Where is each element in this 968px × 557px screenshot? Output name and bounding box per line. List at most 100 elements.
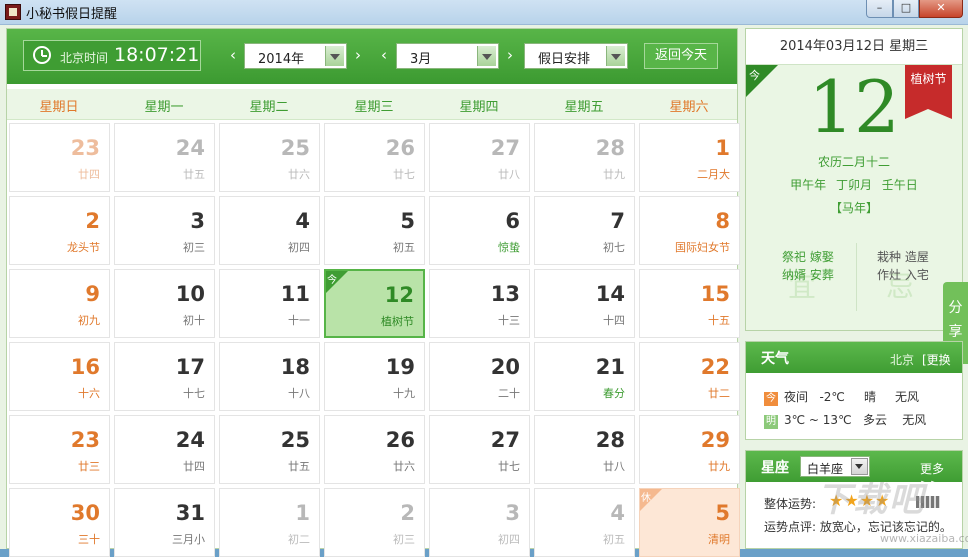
calendar-day-cell[interactable]: 27 廿七: [429, 415, 530, 484]
calendar-day-cell[interactable]: 7 初七: [534, 196, 635, 265]
mode-value: 假日安排: [538, 52, 591, 67]
more-link[interactable]: 更多>>: [920, 460, 962, 491]
weekday-label: 星期一: [144, 100, 184, 115]
weekday-label: 星期六: [669, 100, 709, 115]
calendar-day-cell[interactable]: 26 廿七: [324, 123, 425, 192]
calendar-day-cell[interactable]: 23 廿三: [9, 415, 110, 484]
calendar-day-cell[interactable]: 5 初五: [324, 196, 425, 265]
day-number: 25: [280, 428, 310, 452]
day-lunar-label: 二月大: [697, 168, 730, 181]
calendar-day-cell[interactable]: 19 十九: [324, 342, 425, 411]
month-select[interactable]: 3月: [396, 43, 499, 69]
calendar-day-cell[interactable]: 20 二十: [429, 342, 530, 411]
prev-month-arrow[interactable]: ‹: [377, 45, 391, 65]
clock-icon: [33, 46, 51, 64]
weekday-label: 星期三: [354, 100, 394, 115]
day-number: 26: [385, 136, 415, 160]
clock-time: 18:07:21: [114, 44, 200, 66]
day-number: 24: [175, 428, 205, 452]
day-lunar-label: 初四: [498, 533, 520, 546]
calendar-day-cell[interactable]: 2 龙头节: [9, 196, 110, 265]
calendar-day-cell[interactable]: 29 廿九: [639, 415, 740, 484]
day-lunar-label: 廿六: [288, 168, 310, 181]
day-number: 20: [490, 355, 520, 379]
calendar-day-cell[interactable]: 14 十四: [534, 269, 635, 338]
calendar-day-cell[interactable]: 23 廿四: [9, 123, 110, 192]
day-lunar-label: 廿五: [183, 168, 205, 181]
calendar-day-cell[interactable]: 17 十七: [114, 342, 215, 411]
chevron-down-icon[interactable]: [477, 46, 496, 66]
chevron-down-icon[interactable]: [325, 46, 344, 66]
calendar-day-cell[interactable]: 31 三月小: [114, 488, 215, 557]
calendar-day-cell[interactable]: 18 十八: [219, 342, 320, 411]
calendar-day-cell[interactable]: 10 初十: [114, 269, 215, 338]
weekday-label: 星期日: [39, 100, 79, 115]
calendar-day-cell[interactable]: 22 廿二: [639, 342, 740, 411]
chevron-down-icon[interactable]: [606, 46, 625, 66]
day-number: 2: [400, 501, 415, 525]
next-year-arrow[interactable]: ›: [351, 45, 365, 65]
calendar-day-cell[interactable]: 1 初二: [219, 488, 320, 557]
calendar-day-cell[interactable]: 21 春分: [534, 342, 635, 411]
tomorrow-badge: 明: [764, 415, 778, 429]
calendar-day-cell[interactable]: 13 十三: [429, 269, 530, 338]
calendar-day-cell[interactable]: 30 三十: [9, 488, 110, 557]
day-lunar-label: 廿七: [498, 460, 520, 473]
weather-text: 夜间 -2℃ 晴 无风: [784, 390, 920, 404]
calendar-day-cell[interactable]: 15 十五: [639, 269, 740, 338]
maximize-button[interactable]: □: [893, 0, 919, 18]
calendar-day-cell[interactable]: 9 初九: [9, 269, 110, 338]
calendar-day-cell[interactable]: 28 廿九: [534, 123, 635, 192]
calendar-day-cell[interactable]: 4 初四: [219, 196, 320, 265]
day-lunar-label: 廿八: [498, 168, 520, 181]
divider: [856, 243, 857, 311]
calendar-day-cell[interactable]: 3 初四: [429, 488, 530, 557]
calendar-day-cell[interactable]: 2 初三: [324, 488, 425, 557]
day-number: 22: [700, 355, 730, 379]
mode-select[interactable]: 假日安排: [524, 43, 628, 69]
day-number: 9: [85, 282, 100, 306]
calendar-day-cell[interactable]: 休 5 清明: [639, 488, 740, 557]
site-watermark: 下载吧: [817, 480, 925, 520]
calendar-day-cell[interactable]: 24 廿五: [114, 123, 215, 192]
lunar-date: 农历二月十二: [817, 155, 890, 169]
calendar-day-cell[interactable]: 27 廿八: [429, 123, 530, 192]
minimize-button[interactable]: –: [866, 0, 893, 18]
change-city-link[interactable]: [更换: [922, 351, 951, 368]
calendar-day-cell[interactable]: 8 国际妇女节: [639, 196, 740, 265]
weather-row-today: 今夜间 -2℃ 晴 无风: [764, 388, 919, 406]
day-number: 19: [385, 355, 415, 379]
next-month-arrow[interactable]: ›: [503, 45, 517, 65]
day-lunar-label: 廿四: [78, 168, 100, 181]
day-lunar-label: 植树节: [381, 315, 414, 328]
calendar-day-cell[interactable]: 今 12 植树节: [324, 269, 425, 338]
today-badge: 今: [764, 392, 778, 406]
day-number: 18: [280, 355, 310, 379]
calendar-day-cell[interactable]: 4 初五: [534, 488, 635, 557]
title-bar[interactable]: 小秘书假日提醒 – □ ✕: [0, 0, 968, 25]
day-lunar-label: 廿八: [603, 460, 625, 473]
ganzhi-date: 甲午年 丁卯月 壬午日: [790, 178, 918, 192]
calendar-day-cell[interactable]: 16 十六: [9, 342, 110, 411]
calendar-day-cell[interactable]: 26 廿六: [324, 415, 425, 484]
weekday-label: 星期四: [459, 100, 499, 115]
calendar-day-cell[interactable]: 6 惊蛰: [429, 196, 530, 265]
day-number: 25: [280, 136, 310, 160]
day-number: 13: [490, 282, 520, 306]
close-button[interactable]: ✕: [919, 0, 963, 18]
day-lunar-label: 国际妇女节: [675, 241, 730, 254]
calendar-day-cell[interactable]: 25 廿六: [219, 123, 320, 192]
calendar-day-cell[interactable]: 28 廿八: [534, 415, 635, 484]
back-to-today-button[interactable]: 返回今天: [644, 43, 718, 69]
calendar-day-cell[interactable]: 25 廿五: [219, 415, 320, 484]
year-select[interactable]: 2014年: [244, 43, 347, 69]
day-lunar-label: 春分: [603, 387, 625, 400]
day-number: 31: [175, 501, 205, 525]
app-window: 小秘书假日提醒 – □ ✕ 北京时间 18:07:21 ‹ 2014年 › ‹ …: [0, 0, 968, 557]
calendar-day-cell[interactable]: 11 十一: [219, 269, 320, 338]
calendar-day-cell[interactable]: 24 廿四: [114, 415, 215, 484]
day-corner-label: 今: [327, 275, 337, 286]
calendar-day-cell[interactable]: 3 初三: [114, 196, 215, 265]
calendar-day-cell[interactable]: 1 二月大: [639, 123, 740, 192]
prev-year-arrow[interactable]: ‹: [226, 45, 240, 65]
